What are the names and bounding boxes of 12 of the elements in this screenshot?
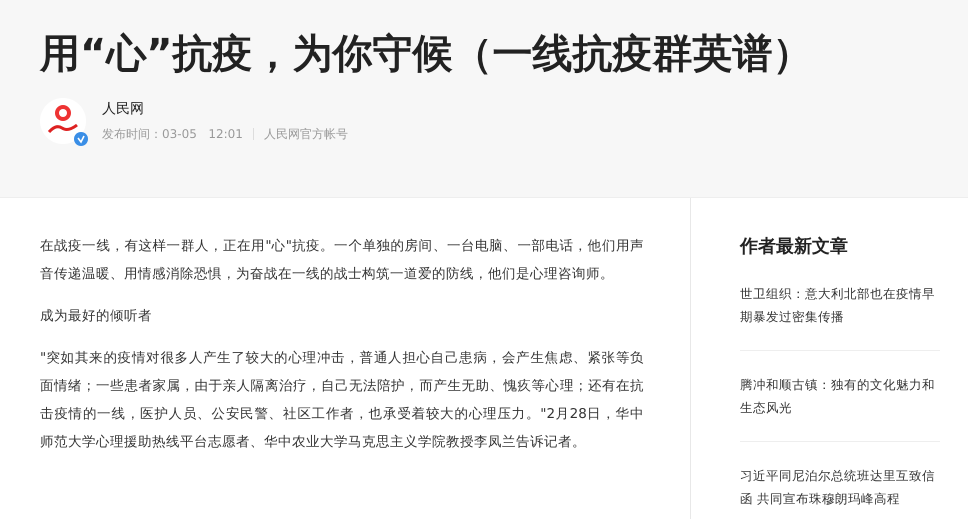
- account-type: 人民网官方帐号: [264, 126, 348, 142]
- article-link[interactable]: 世卫组织：意大利北部也在疫情早期暴发过密集传播: [740, 272, 940, 351]
- article-paragraph: "突如其来的疫情对很多人产生了较大的心理冲击，普通人担心自己患病，会产生焦虑、紧张等负面情绪；一些患者家属，由于亲人隔离治疗，自己无法陪护，而产生无助、愧疚等心理；还有在抗击疫情的一线，医护人员、公安民警、社区工作者，也承受着较大的心理压力。"2月28日，华中师范大学心理援助热线平台志愿者、华中农业大学马克思主义学院教授李凤兰告诉记者。: [40, 349, 644, 452]
- article-paragraph: 在战疫一线，有这样一群人，正在用"心"抗疫。一个单独的房间、一台电脑、一部电话，他们用声音传递温暖、用情感消除恐惧，为奋战在一线的战士构筑一道爱的防线，他们是心理咨询师。: [40, 237, 644, 284]
- article-link[interactable]: 习近平同尼泊尔总统班达里互致信函 共同宣布珠穆朗玛峰高程: [740, 454, 940, 519]
- avatar[interactable]: [40, 98, 86, 144]
- publish-time: 发布时间：03-05 12:01: [102, 126, 243, 142]
- article-paragraph: 成为最好的倾听者: [40, 307, 153, 326]
- article-title: 用“心”抗疫，为你守候（一线抗疫群英谱）: [40, 30, 814, 79]
- sidebar-heading: 作者最新文章: [740, 235, 849, 258]
- article-link[interactable]: 腾冲和顺古镇：独有的文化魅力和生态风光: [740, 363, 940, 442]
- author-name[interactable]: 人民网: [102, 100, 348, 118]
